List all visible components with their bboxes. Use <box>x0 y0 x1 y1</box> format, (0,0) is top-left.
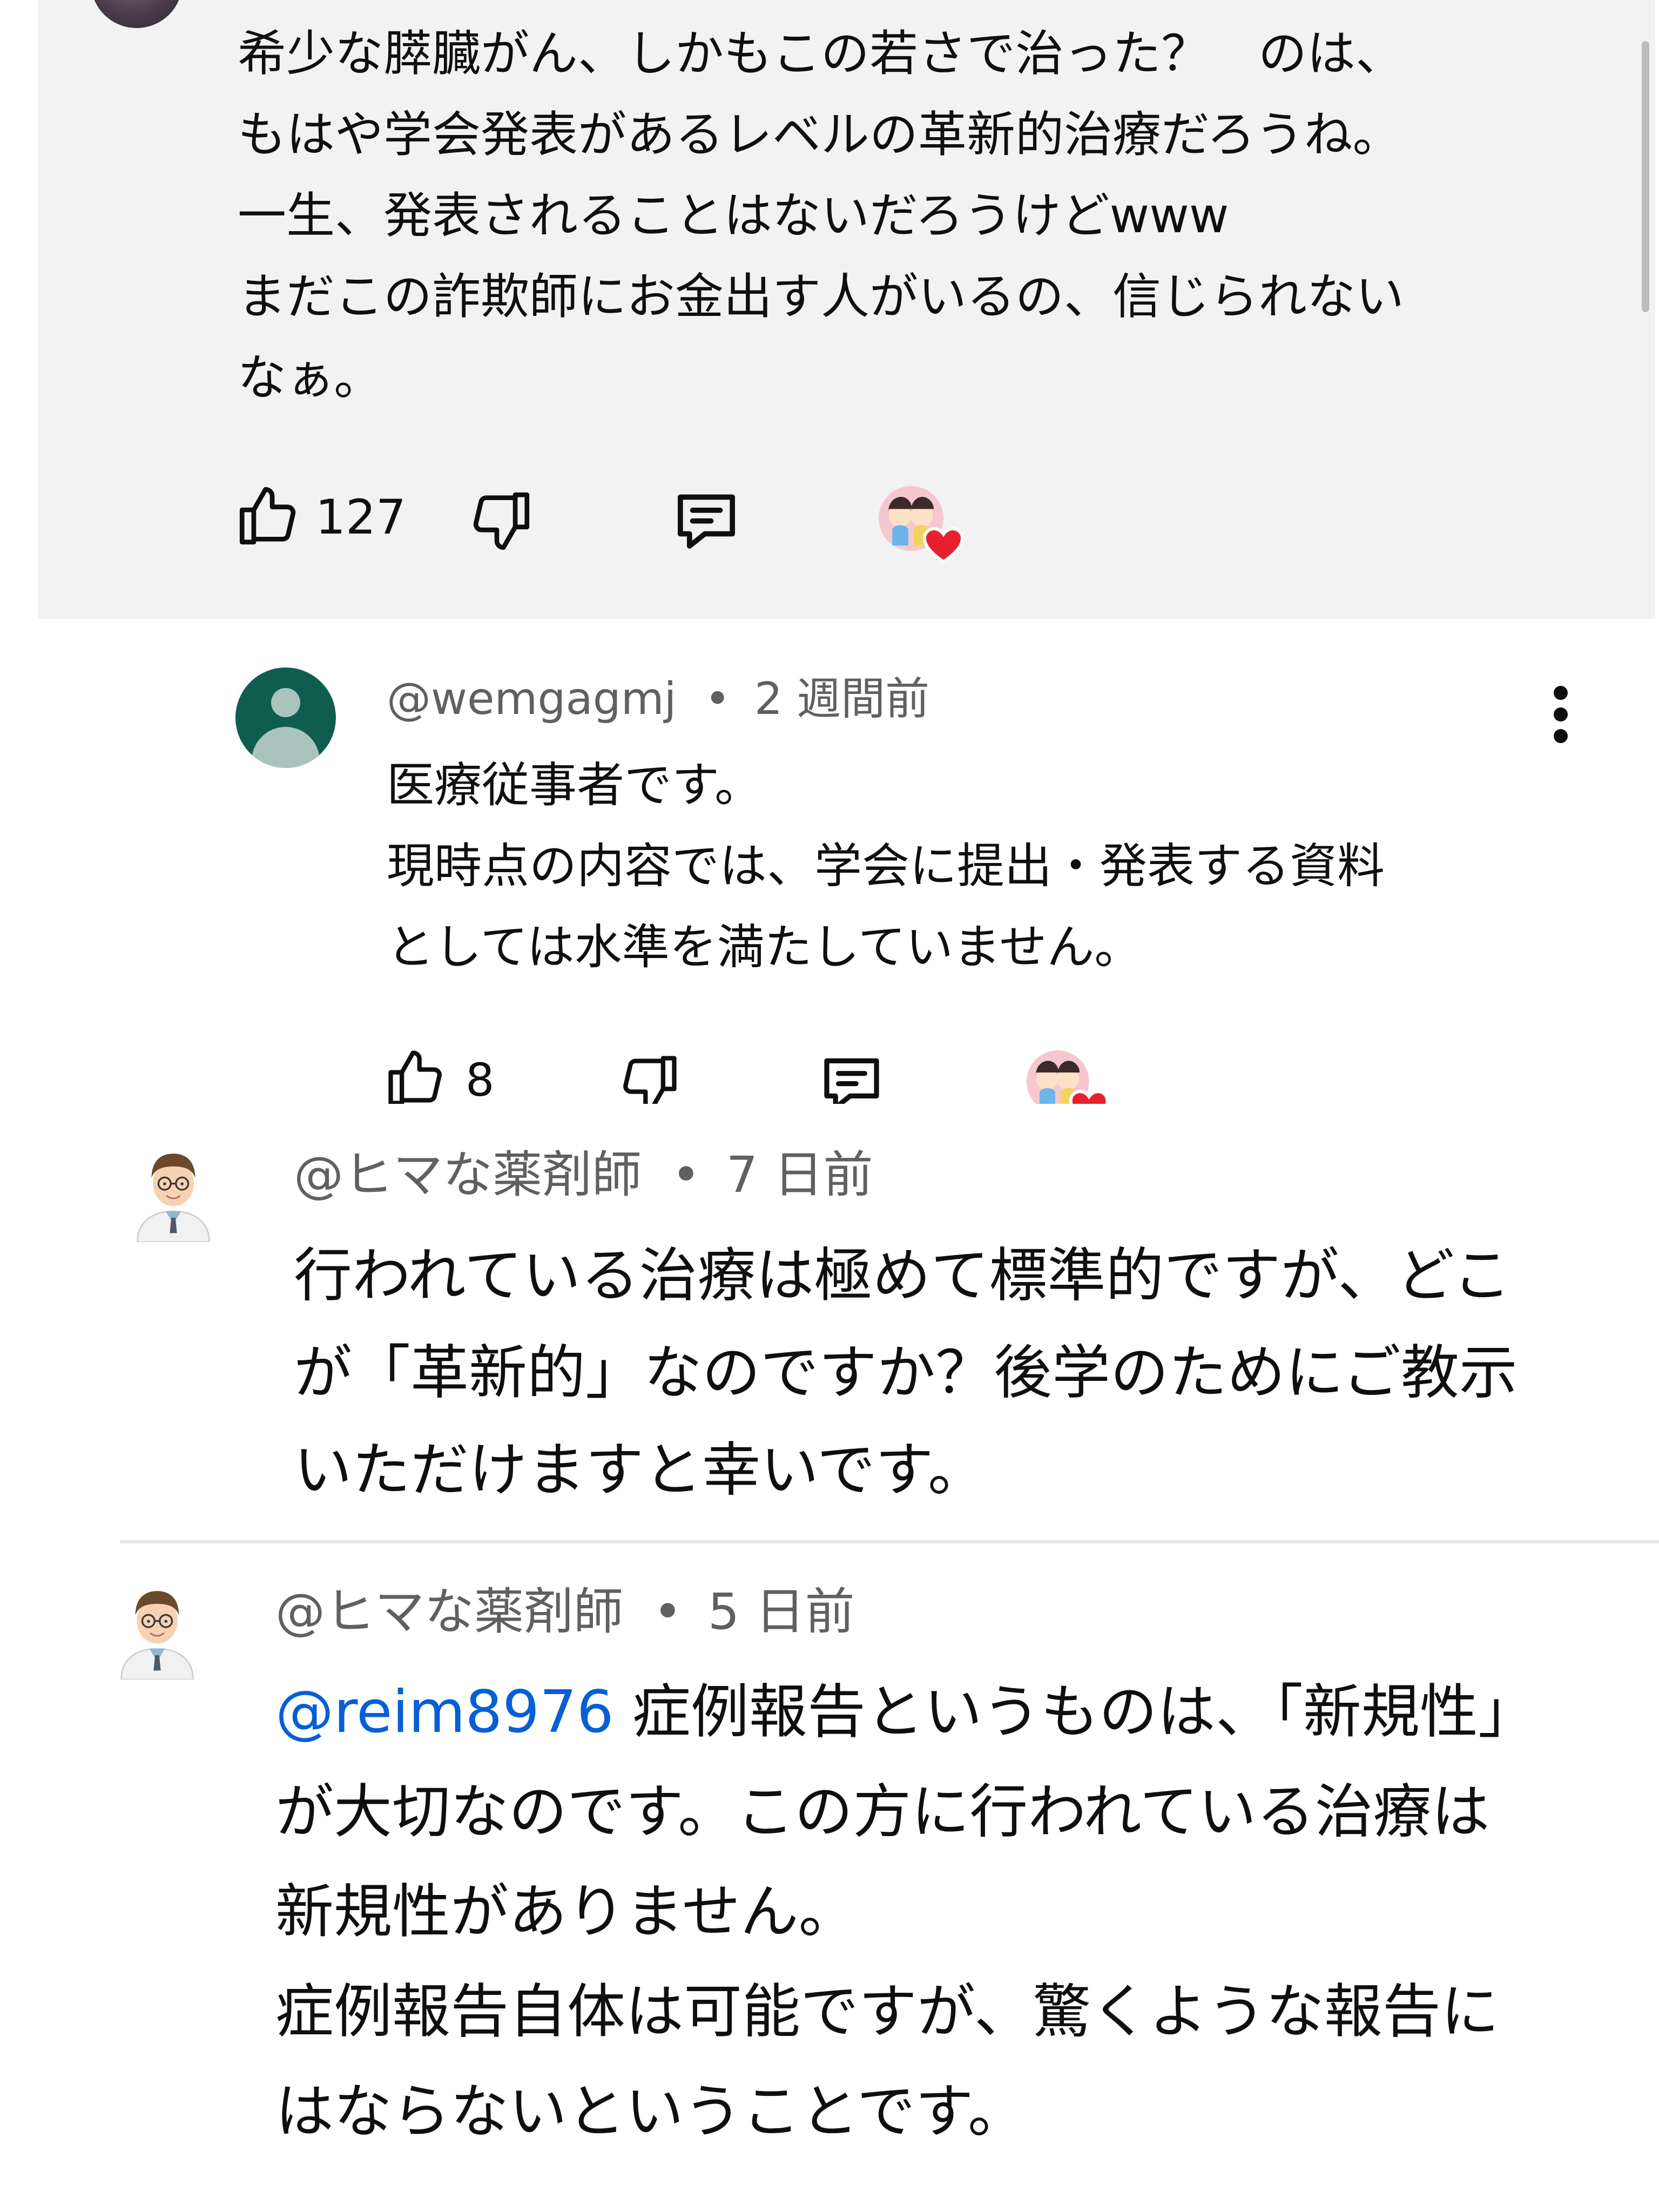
reply-button[interactable] <box>670 483 743 557</box>
author-handle[interactable]: @wemgagmj <box>387 673 676 725</box>
meta-separator: • <box>653 1583 683 1641</box>
pharmacist-illustration-icon <box>120 1591 194 1680</box>
comment-text-line: なぁ。 <box>238 349 383 406</box>
comment-text-line: が大切なのです。この方に行われている治療は <box>275 1778 1490 1846</box>
comment-text-line: 症例報告自体は可能ですが、驚くような報告に <box>275 1978 1499 2046</box>
default-avatar[interactable] <box>235 667 336 768</box>
comment-text-line: 行われている治療は極めて標準的ですが、どこ <box>294 1242 1511 1310</box>
creator-heart-icon <box>1026 1050 1109 1104</box>
comment-meta: @ヒマな薬剤師 • 5 日前 <box>275 1580 855 1644</box>
comment-meta: @ヒマな薬剤師 • 7 日前 <box>294 1143 873 1208</box>
meta-separator: • <box>671 1146 701 1204</box>
author-handle[interactable]: @ヒマな薬剤師 <box>275 1583 623 1641</box>
comment-text-line: 医療従事者です。 <box>387 757 763 813</box>
thumbs-up-icon <box>388 1050 442 1104</box>
comments-screen: 希少な膵臓がん、しかもこの若さで治った？ のは、 もはや学会発表があるレベルの革… <box>0 0 1659 2212</box>
avatar-body-shape <box>252 727 320 768</box>
like-button[interactable] <box>233 481 304 551</box>
creator-heart-icon <box>879 486 965 564</box>
reply-button[interactable] <box>817 1048 887 1104</box>
comment-text-line: もはや学会発表があるレベルの革新的治療だろうね。 <box>238 106 1401 163</box>
thumbs-down-icon <box>623 1056 677 1104</box>
like-count: 8 <box>466 1054 495 1107</box>
timestamp: 7 日前 <box>726 1146 873 1204</box>
scrollbar-thumb[interactable] <box>1642 41 1649 312</box>
comment-text-line: 希少な膵臓がん、しかもこの若さで治った？ のは、 <box>238 25 1404 82</box>
reply-comment-icon <box>824 1058 879 1104</box>
meta-separator: • <box>704 673 731 725</box>
timestamp: 2 週間前 <box>754 673 930 725</box>
comment-text-span: 症例報告というものは、「新規性」 <box>613 1678 1536 1746</box>
creator-heart-badge[interactable] <box>876 483 968 564</box>
comment-text-line: としては水準を満たしていません。 <box>387 919 1142 975</box>
reply-comment-icon <box>678 494 735 549</box>
mention-link[interactable]: @reim8976 <box>275 1678 614 1746</box>
comment-meta: @wemgagmj • 2 週間前 <box>387 670 929 729</box>
creator-heart-badge[interactable] <box>1024 1048 1112 1104</box>
dislike-button[interactable] <box>466 486 536 556</box>
pharmacist-avatar[interactable] <box>122 1139 225 1242</box>
comment-text-line: 新規性がありません。 <box>275 1878 857 1946</box>
comment-text-line: 一生、発表されることはないだろうけどwww <box>238 187 1229 244</box>
comment-text-line: が「革新的」なのですか？後学のためにご教示 <box>294 1339 1518 1407</box>
comment-divider <box>120 1540 1659 1543</box>
comment-text-line: 現時点の内容では、学会に提出・発表する資料 <box>387 838 1385 894</box>
comment-text-line: まだこの詐欺師にお金出す人がいるの、信じられない <box>238 268 1404 325</box>
comment-text-line: はならないということです。 <box>275 2078 1026 2146</box>
like-count: 127 <box>315 489 406 545</box>
pharmacist-illustration-icon <box>137 1154 210 1242</box>
comment-menu-button[interactable] <box>1545 685 1577 744</box>
avatar-head-shape <box>271 688 300 717</box>
pharmacist-avatar[interactable] <box>106 1577 208 1680</box>
like-button[interactable] <box>382 1044 449 1104</box>
timestamp: 5 日前 <box>707 1583 855 1641</box>
more-vertical-icon <box>1554 686 1568 743</box>
thumbs-down-icon <box>473 492 530 550</box>
comment-text-line: @reim8976 症例報告というものは、「新規性」 <box>275 1663 1536 1762</box>
dislike-button[interactable] <box>616 1050 683 1104</box>
author-handle[interactable]: @ヒマな薬剤師 <box>294 1146 642 1204</box>
comment-text-line: いただけますと幸いです。 <box>294 1437 986 1504</box>
thumbs-up-icon <box>239 487 296 545</box>
